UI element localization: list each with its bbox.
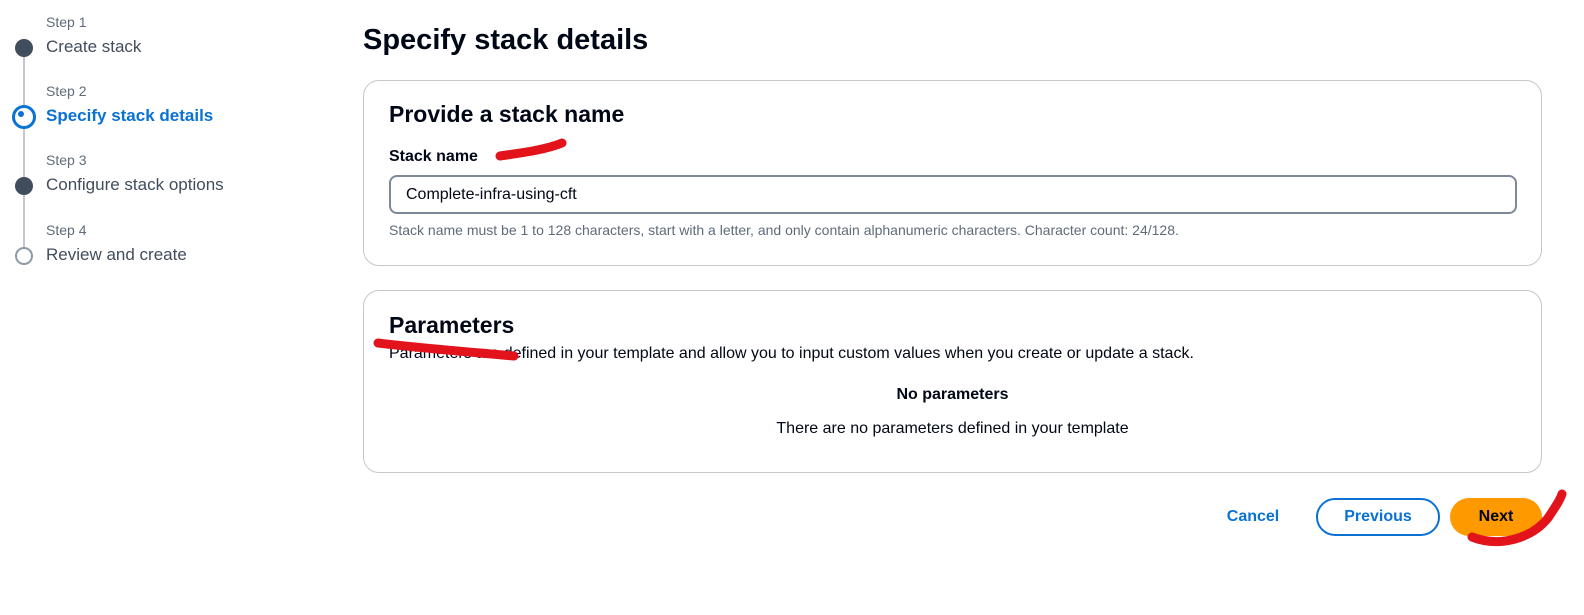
- stack-name-input[interactable]: [389, 175, 1517, 214]
- step-title: Specify stack details: [46, 106, 214, 125]
- step-number: Step 3: [46, 152, 87, 168]
- create-stack-wizard-page: Step 1 Create stack Step 2 Specify stack…: [0, 0, 1584, 615]
- step-upcoming-icon: [15, 247, 33, 265]
- step-number: Step 2: [46, 83, 87, 99]
- step-title[interactable]: Create stack: [46, 37, 141, 57]
- step-completed-icon: [15, 177, 33, 195]
- stack-name-panel: Provide a stack name Stack name Stack na…: [363, 80, 1542, 266]
- stack-name-constraint-text: Stack name must be 1 to 128 characters, …: [389, 222, 1179, 238]
- step-connector: [23, 56, 25, 109]
- empty-state-title: No parameters: [896, 386, 1009, 403]
- empty-state-description: There are no parameters defined in your …: [776, 420, 1129, 437]
- page-title: Specify stack details: [363, 24, 649, 56]
- step-number: Step 1: [46, 14, 87, 30]
- step-completed-icon: [15, 39, 33, 57]
- next-button[interactable]: Next: [1450, 498, 1542, 536]
- panel-heading: Parameters: [389, 312, 515, 338]
- cancel-button[interactable]: Cancel: [1211, 498, 1295, 536]
- step-connector: [23, 194, 25, 247]
- parameters-description: Parameters are defined in your template …: [389, 345, 1194, 362]
- panel-heading: Provide a stack name: [389, 101, 625, 127]
- step-number: Step 4: [46, 222, 87, 238]
- step-current-icon: [12, 105, 36, 129]
- stack-name-label: Stack name: [389, 148, 478, 165]
- step-title: Review and create: [46, 245, 187, 264]
- previous-button[interactable]: Previous: [1316, 498, 1440, 536]
- step-title[interactable]: Configure stack options: [46, 175, 224, 195]
- parameters-panel: Parameters Parameters are defined in you…: [363, 290, 1542, 473]
- step-connector: [23, 126, 25, 178]
